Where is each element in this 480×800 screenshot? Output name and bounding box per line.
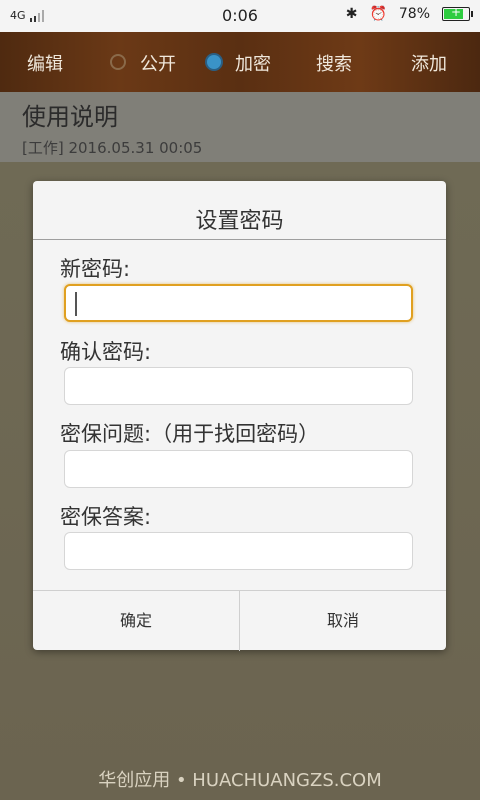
add-button[interactable]: 添加 <box>411 50 447 76</box>
note-title: 使用说明 <box>22 103 118 131</box>
confirm-password-input[interactable] <box>64 367 413 405</box>
new-password-label: 新密码: <box>60 257 131 281</box>
public-radio[interactable] <box>110 54 126 70</box>
security-question-label: 密保问题:（用于找回密码） <box>60 422 320 446</box>
encrypt-radio[interactable] <box>207 55 221 69</box>
bluetooth-icon: ✱ <box>345 6 358 22</box>
public-label[interactable]: 公开 <box>140 50 176 76</box>
cancel-button[interactable]: 取消 <box>240 591 446 651</box>
note-meta: [工作] 2016.05.31 00:05 <box>22 139 203 157</box>
encrypt-label[interactable]: 加密 <box>235 50 271 76</box>
edit-button[interactable]: 编辑 <box>27 50 63 76</box>
battery-icon: + <box>442 5 473 21</box>
security-answer-input[interactable] <box>64 532 413 570</box>
top-toolbar: 编辑 公开 加密 搜索 添加 <box>0 32 480 92</box>
title-divider <box>33 239 446 240</box>
battery-percent: 78% <box>398 6 430 22</box>
set-password-dialog: 设置密码 新密码: 确认密码: 密保问题:（用于找回密码） 密保答案: 确定 取… <box>33 181 446 651</box>
text-caret <box>75 292 77 316</box>
security-answer-label: 密保答案: <box>60 505 152 529</box>
security-question-input[interactable] <box>64 450 413 488</box>
status-icons: ✱ ⏰ 78% + <box>345 5 473 22</box>
status-bar: 4G 0:06 ✱ ⏰ 78% + <box>0 0 480 32</box>
watermark: 华创应用 • HUACHUANGZS.COM <box>98 770 382 791</box>
dialog-buttons: 确定 取消 <box>33 590 446 651</box>
confirm-button[interactable]: 确定 <box>33 591 239 651</box>
alarm-icon: ⏰ <box>369 6 387 22</box>
new-password-input[interactable] <box>64 284 413 322</box>
search-button[interactable]: 搜索 <box>316 50 352 76</box>
dialog-title: 设置密码 <box>195 209 284 234</box>
confirm-password-label: 确认密码: <box>60 340 152 364</box>
